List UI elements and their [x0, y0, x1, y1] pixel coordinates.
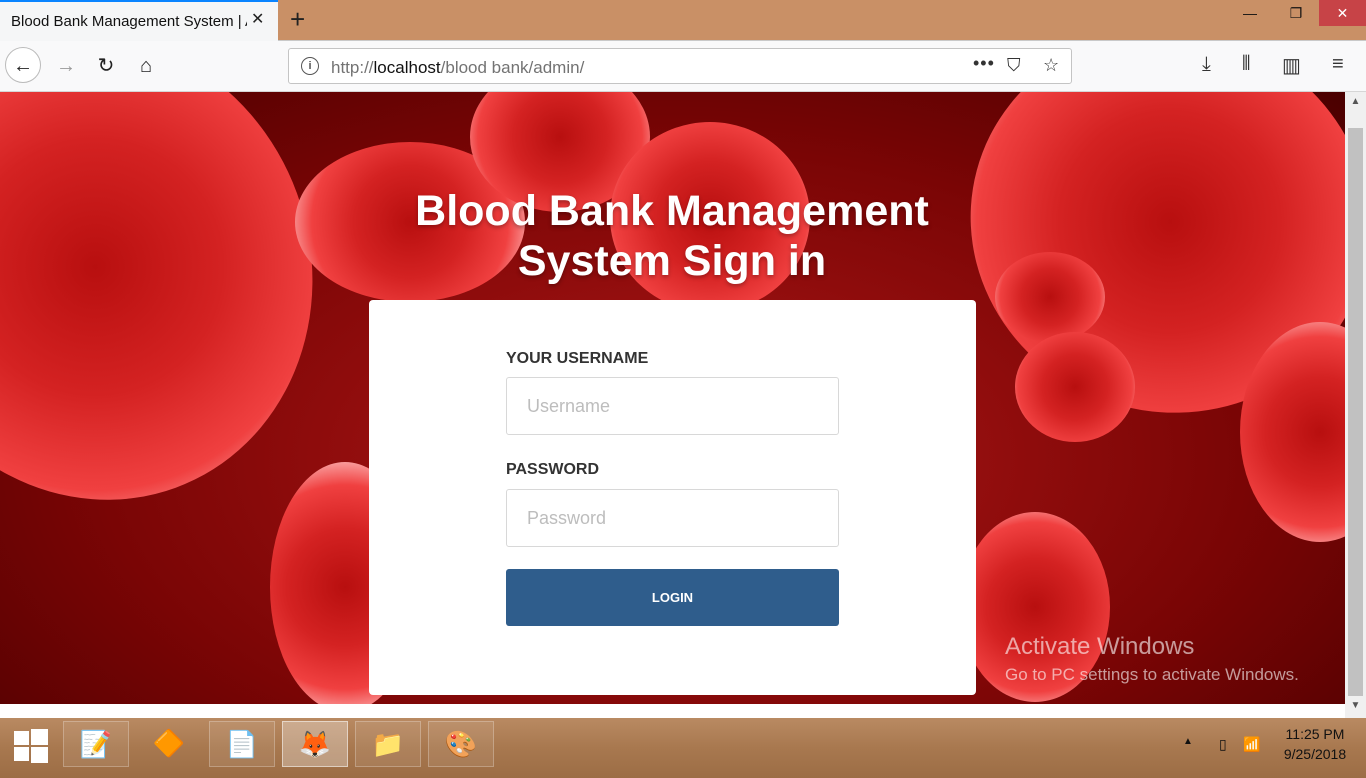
notepad-icon[interactable]: 📝 — [63, 721, 129, 767]
login-card: YOUR USERNAME PASSWORD LOGIN — [369, 300, 976, 695]
windows-taskbar: 📝 🔶 📄 🦊 📁 🎨 ▲ ▯ 📶 11:25 PM 9/25/2018 — [0, 718, 1366, 778]
hamburger-menu-icon[interactable]: ≡ — [1332, 53, 1344, 76]
system-clock[interactable]: 11:25 PM 9/25/2018 — [1270, 724, 1360, 764]
url-text[interactable]: http://localhost/blood bank/admin/ — [331, 58, 584, 78]
word-icon[interactable]: 📄 — [209, 721, 275, 767]
arrow-left-icon[interactable]: ← — [5, 47, 41, 83]
watermark-title: Activate Windows — [1005, 633, 1195, 660]
reload-icon[interactable]: ↻ — [93, 53, 119, 79]
tab-close-icon[interactable]: ✕ — [251, 11, 264, 29]
battery-icon[interactable]: ▯ — [1219, 736, 1227, 753]
pocket-icon[interactable]: ⛉ — [1007, 55, 1021, 76]
close-button[interactable]: ✕ — [1319, 0, 1366, 26]
url-path: /blood bank/admin/ — [440, 58, 585, 77]
clock-date: 9/25/2018 — [1283, 746, 1347, 762]
folder-icon[interactable]: 📁 — [355, 721, 421, 767]
password-label: PASSWORD — [506, 461, 600, 478]
browser-tab[interactable]: Blood Bank Management System | A ✕ — [0, 0, 278, 41]
firefox-icon[interactable]: 🦊 — [282, 721, 348, 767]
username-label: YOUR USERNAME — [506, 350, 649, 367]
paint-icon[interactable]: 🎨 — [428, 721, 494, 767]
vertical-scrollbar[interactable]: ▲ ▼ — [1345, 92, 1366, 718]
library-icon[interactable]: ⫴ — [1242, 53, 1250, 76]
signal-icon[interactable]: 📶 — [1243, 736, 1260, 753]
url-bar[interactable]: i http://localhost/blood bank/admin/ •••… — [288, 48, 1072, 84]
window-titlebar: Blood Bank Management System | A ✕ + — ❐… — [0, 0, 1366, 41]
arrow-right-icon[interactable]: → — [53, 53, 79, 79]
maximize-button[interactable]: ❐ — [1273, 0, 1319, 26]
blood-cell-decoration — [995, 252, 1105, 342]
username-input[interactable] — [506, 377, 839, 435]
page-bottom-strip — [0, 704, 1345, 718]
clock-time: 11:25 PM — [1285, 726, 1345, 742]
more-dots-icon[interactable]: ••• — [973, 53, 995, 74]
page-title-line-1: Blood Bank Management — [415, 187, 929, 235]
url-scheme: http:// — [331, 58, 374, 77]
password-input[interactable] — [506, 489, 839, 547]
scroll-thumb[interactable] — [1348, 128, 1363, 696]
download-icon[interactable]: ⤓ — [1202, 53, 1211, 76]
new-tab-button[interactable]: + — [290, 6, 305, 32]
navigation-toolbar: ← → ↻ ⌂ i http://localhost/blood bank/ad… — [0, 41, 1366, 92]
blood-cell-decoration — [1015, 332, 1135, 442]
home-icon[interactable]: ⌂ — [133, 53, 159, 79]
sidebar-icon[interactable]: ▥ — [1282, 53, 1301, 78]
info-icon[interactable]: i — [301, 57, 319, 75]
scroll-down-icon[interactable]: ▼ — [1345, 700, 1366, 711]
url-host: localhost — [373, 58, 441, 77]
windows-start-icon[interactable] — [12, 728, 50, 766]
page-title-line-2: System Sign in — [517, 237, 827, 285]
watermark-subtitle: Go to PC settings to activate Windows. — [1005, 665, 1299, 684]
login-button[interactable]: LOGIN — [506, 569, 839, 626]
page-background: Blood Bank Management System Sign in YOU… — [0, 92, 1345, 704]
star-icon[interactable]: ☆ — [1043, 55, 1059, 76]
tab-title: Blood Bank Management System | A — [11, 13, 247, 30]
activate-windows-watermark: Activate Windows Go to PC settings to ac… — [1005, 633, 1299, 685]
scroll-up-icon[interactable]: ▲ — [1345, 96, 1366, 107]
minimize-button[interactable]: — — [1227, 0, 1273, 26]
tray-expand-icon[interactable]: ▲ — [1183, 736, 1193, 747]
page-title: Blood Bank Management System Sign in — [372, 186, 972, 286]
vlc-icon[interactable]: 🔶 — [136, 721, 202, 767]
